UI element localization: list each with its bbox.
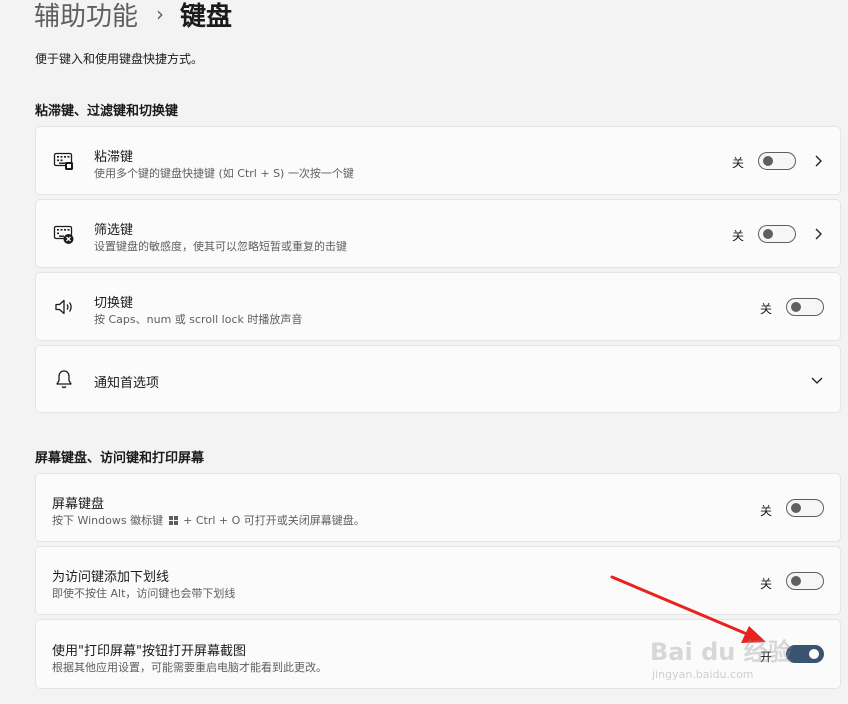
underline-access-keys-state: 关 [760, 577, 773, 591]
sticky-keys-icon [53, 152, 73, 170]
toggle-keys-toggle[interactable] [786, 298, 824, 316]
filter-keys-card[interactable]: 筛选键 设置键盘的敏感度，使其可以忽略短暂或重复的击键 关 [35, 199, 841, 268]
bell-icon [56, 370, 72, 389]
notification-preferences-title: 通知首选项 [94, 376, 160, 391]
on-screen-keyboard-toggle[interactable] [786, 499, 824, 517]
print-screen-title: 使用"打印屏幕"按钮打开屏幕截图 [52, 644, 246, 659]
breadcrumb-parent[interactable]: 辅助功能 [34, 0, 138, 33]
underline-access-keys-subtitle: 即使不按住 Alt，访问键也会带下划线 [52, 587, 236, 600]
on-screen-keyboard-subtitle: 按下 Windows 徽标键 + Ctrl + O 可打开或关闭屏幕键盘。 [52, 512, 365, 528]
chevron-right-icon[interactable] [811, 154, 825, 168]
filter-keys-state: 关 [732, 229, 745, 243]
on-screen-keyboard-subtitle-end: + Ctrl + O 可打开或关闭屏幕键盘。 [183, 514, 365, 527]
sticky-keys-state: 关 [732, 156, 745, 170]
on-screen-keyboard-state: 关 [760, 504, 773, 518]
toggle-keys-card[interactable]: 切换键 按 Caps、num 或 scroll lock 时播放声音 关 [35, 272, 841, 341]
underline-access-keys-title: 为访问键添加下划线 [52, 570, 170, 585]
speaker-icon [55, 299, 72, 314]
sticky-keys-subtitle: 使用多个键的键盘快捷键 (如 Ctrl + S) 一次按一个键 [94, 167, 354, 180]
filter-keys-toggle[interactable] [758, 225, 796, 243]
section-title-filter-keys: 粘滞键、过滤键和切换键 [35, 104, 179, 119]
toggle-keys-title: 切换键 [94, 296, 134, 311]
on-screen-keyboard-subtitle-start: 按下 Windows 徽标键 [52, 514, 164, 527]
chevron-down-icon[interactable] [810, 373, 824, 387]
filter-keys-subtitle: 设置键盘的敏感度，使其可以忽略短暂或重复的击键 [94, 240, 347, 253]
on-screen-keyboard-title: 屏幕键盘 [52, 497, 105, 512]
sticky-keys-card[interactable]: 粘滞键 使用多个键的键盘快捷键 (如 Ctrl + S) 一次按一个键 关 [35, 126, 841, 195]
on-screen-keyboard-card[interactable]: 屏幕键盘 按下 Windows 徽标键 + Ctrl + O 可打开或关闭屏幕键… [35, 473, 841, 542]
sticky-keys-title: 粘滞键 [94, 150, 134, 165]
breadcrumb-separator: › [156, 2, 165, 26]
watermark-logo: Bai du 经验 [650, 638, 792, 666]
breadcrumb: 辅助功能 › 键盘 [34, 0, 232, 34]
print-screen-subtitle: 根据其他应用设置，可能需要重启电脑才能看到此更改。 [52, 661, 327, 674]
toggle-keys-state: 关 [760, 302, 773, 316]
page-description: 便于键入和使用键盘快捷方式。 [35, 52, 204, 66]
notification-preferences-card[interactable]: 通知首选项 [35, 345, 841, 413]
sticky-keys-toggle[interactable] [758, 152, 796, 170]
filter-keys-title: 筛选键 [94, 223, 134, 238]
watermark-url: jingyan.baidu.com [652, 668, 754, 681]
page-title: 键盘 [180, 1, 233, 32]
underline-access-keys-card[interactable]: 为访问键添加下划线 即使不按住 Alt，访问键也会带下划线 关 [35, 546, 841, 615]
windows-logo-icon [168, 516, 178, 525]
chevron-right-icon[interactable] [811, 227, 825, 241]
filter-keys-icon [53, 225, 74, 244]
toggle-keys-subtitle: 按 Caps、num 或 scroll lock 时播放声音 [94, 313, 303, 326]
section-title-on-screen-keyboard: 屏幕键盘、访问键和打印屏幕 [35, 451, 205, 466]
underline-access-keys-toggle[interactable] [786, 572, 824, 590]
